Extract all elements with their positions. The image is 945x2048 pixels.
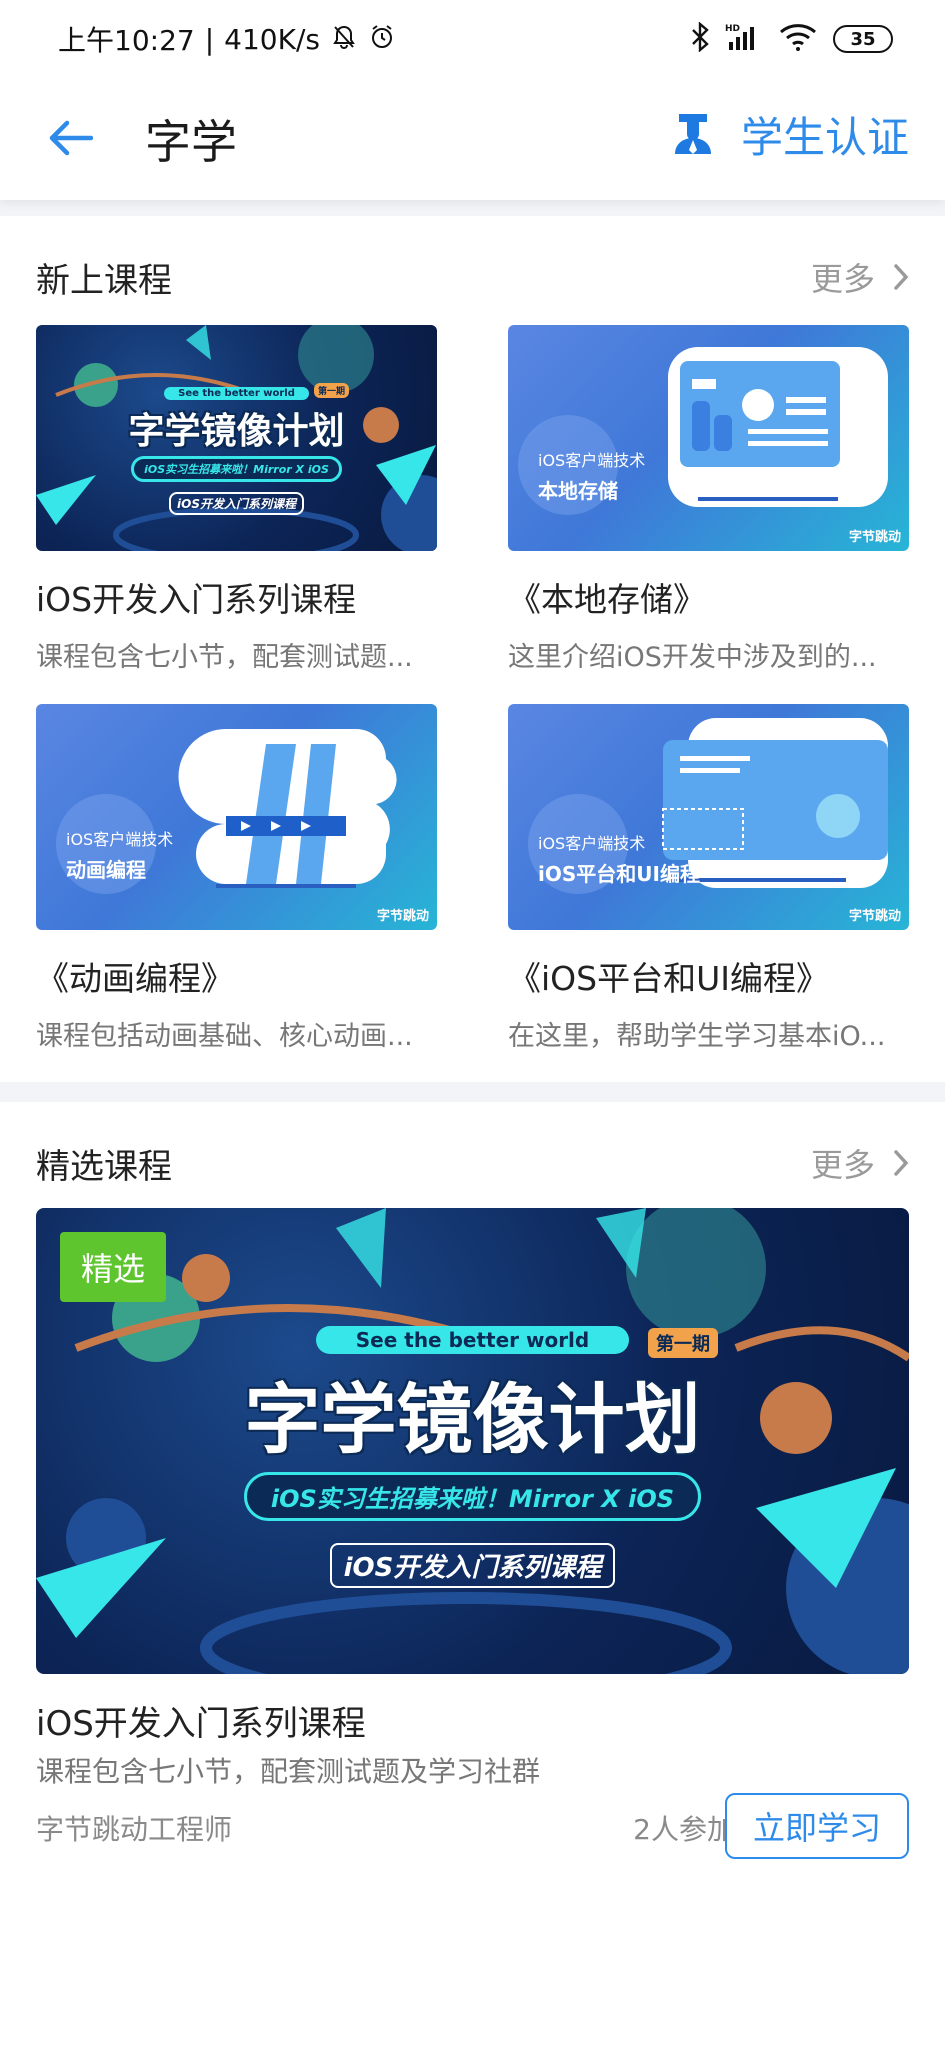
course-title: 《iOS平台和UI编程》 [508,959,829,998]
storage-art-icon [518,347,888,515]
course-card[interactable]: iOS客户端技术 iOS平台和UI编程 字节跳动 《iOS平台和UI编程》 在这… [508,704,909,1053]
banner-pill: See the better world [164,387,309,400]
new-courses-header: 新上课程 更多 [36,252,909,302]
signal-icon: HD [725,22,765,57]
animation-art-icon [56,729,397,894]
battery-indicator: 35 [833,25,893,53]
issue-badge: 第一期 [314,383,350,398]
brand-mark: 字节跳动 [376,909,429,924]
alarm-clock-icon [368,23,396,56]
status-separator: | [204,22,215,56]
thumb-small-text: iOS客户端技术 [538,451,646,470]
more-label: 更多 [810,1146,875,1184]
ui-art-icon [528,718,888,894]
thumb-big-text: iOS平台和UI编程 [538,862,700,886]
network-label: HD [725,24,740,34]
featured-badge: 精选 [60,1232,166,1302]
course-desc: 课程包括动画基础、核心动画... [36,1021,413,1052]
status-right: HD 35 [689,20,893,57]
thumb-big-text: 动画编程 [66,858,146,882]
banner-pill: See the better world [315,1326,630,1354]
featured-courses-header: 精选课程 更多 [36,1138,909,1188]
banner-tag: iOS开发入门系列课程 [329,1543,616,1588]
course-desc: 这里介绍iOS开发中涉及到的... [508,642,877,673]
banner-art: See the better world 字学镜像计划 iOS实习生招募来啦！M… [72,381,402,515]
brand-mark: 字节跳动 [848,909,901,924]
nav-bar: 字学 学生认证 [0,78,945,200]
course-card[interactable]: iOS客户端技术 动画编程 字节跳动 《动画编程》 课程包括动画基础、核心动画.… [36,704,437,1053]
course-desc: 课程包含七小节，配套测试题... [36,642,413,673]
more-label: 更多 [810,260,875,298]
bluetooth-icon [689,20,711,57]
wifi-icon [779,22,819,57]
mute-bell-icon [330,23,358,56]
course-thumbnail: iOS客户端技术 iOS平台和UI编程 字节跳动 [508,704,909,930]
course-card[interactable]: See the better world 字学镜像计划 iOS实习生招募来啦！M… [36,325,437,674]
course-title: iOS开发入门系列课程 [36,580,357,619]
course-thumbnail: See the better world 字学镜像计划 iOS实习生招募来啦！M… [36,325,437,551]
more-link[interactable]: 更多 [811,1140,909,1186]
participant-count: 2人参加 [633,1813,735,1846]
more-link[interactable]: 更多 [811,254,909,300]
banner-sub: iOS实习生招募来啦！Mirror X iOS [131,456,342,482]
new-courses-section: 新上课程 更多 See the better world 字学镜像计划 iOS实… [0,216,945,1082]
status-time: 上午10:27 [58,24,195,57]
status-left: 上午10:27 | 410K/s [58,19,396,59]
thumb-small-text: iOS客户端技术 [66,830,174,849]
page-title: 字学 [145,115,237,169]
course-thumbnail: iOS客户端技术 动画编程 字节跳动 [36,704,437,930]
course-author: 字节跳动工程师 [36,1813,233,1846]
banner-art: See the better world 字学镜像计划 iOS实习生招募来啦！M… [113,1326,833,1588]
chevron-right-icon [894,264,909,290]
section-title: 精选课程 [36,1146,172,1187]
student-auth-button[interactable]: 学生认证 [671,104,909,165]
course-desc: 在这里，帮助学生学习基本iO... [508,1021,886,1052]
course-thumbnail: iOS客户端技术 本地存储 字节跳动 [508,325,909,551]
featured-course-title: iOS开发入门系列课程 [36,1704,366,1744]
bottom-area [0,1892,945,2048]
featured-courses-section: 精选课程 更多 See the better world 字学镜像计划 iOS实… [0,1102,945,1892]
featured-course-desc: 课程包含七小节，配套测试题及学习社群 [36,1755,541,1788]
thumb-small-text: iOS客户端技术 [538,834,646,853]
status-speed: 410K/s [224,22,320,56]
banner-main: 字学镜像计划 [128,411,345,452]
issue-badge: 第一期 [648,1328,718,1358]
banner-sub: iOS实习生招募来啦！Mirror X iOS [243,1472,702,1521]
student-badge-icon [674,113,711,154]
course-card[interactable]: iOS客户端技术 本地存储 字节跳动 《本地存储》 这里介绍iOS开发中涉及到的… [508,325,909,674]
section-title: 新上课程 [36,260,172,301]
status-bar: 上午10:27 | 410K/s HD 35 [0,0,945,78]
student-auth-label: 学生认证 [740,113,909,162]
featured-course-thumbnail[interactable]: See the better world 字学镜像计划 iOS实习生招募来啦！M… [36,1208,909,1674]
arrow-left-icon [49,120,93,156]
chevron-right-icon [894,1150,909,1176]
banner-main: 字学镜像计划 [244,1375,701,1464]
start-learning-button[interactable]: 立即学习 [725,1793,909,1859]
course-title: 《动画编程》 [36,959,234,998]
brand-mark: 字节跳动 [848,530,901,545]
course-title: 《本地存储》 [508,580,706,619]
thumb-big-text: 本地存储 [538,479,618,503]
banner-tag: iOS开发入门系列课程 [169,492,304,515]
back-button[interactable] [40,108,100,168]
